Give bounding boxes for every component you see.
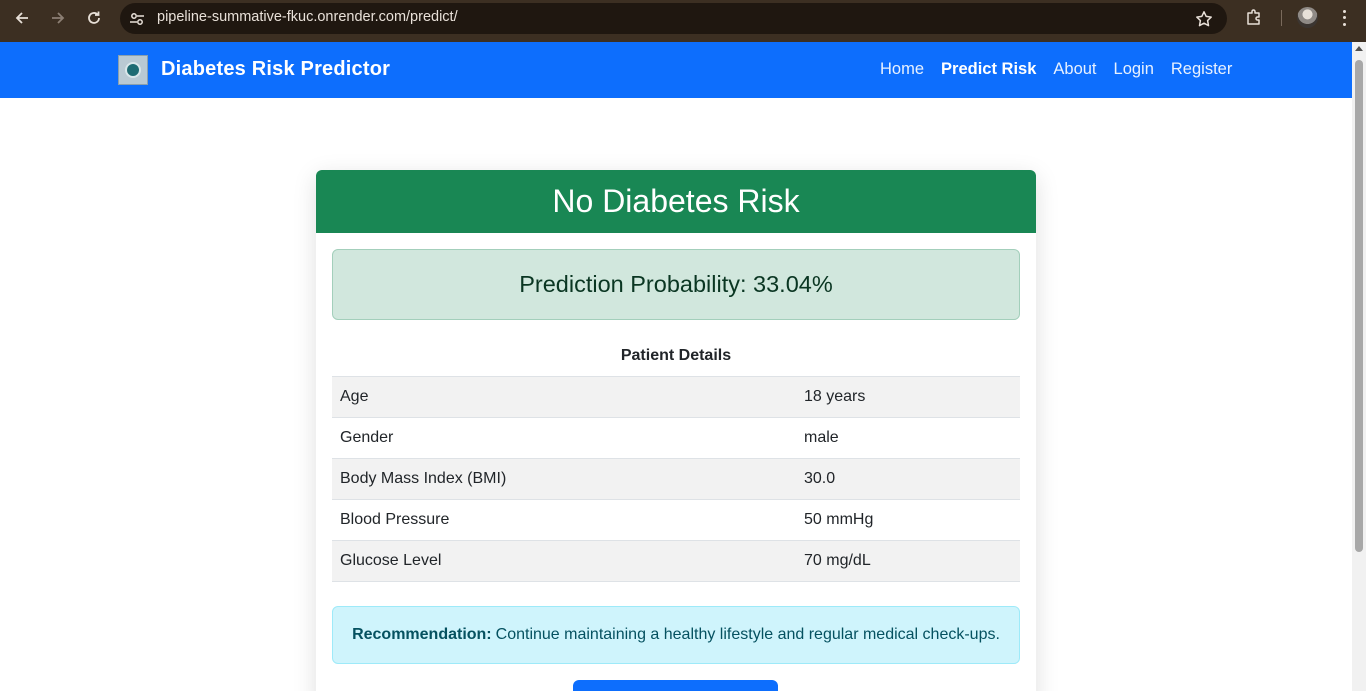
recommendation-alert: Recommendation: Continue maintaining a h… bbox=[332, 606, 1020, 664]
url-text[interactable]: pipeline-summative-fkuc.onrender.com/pre… bbox=[157, 9, 458, 25]
detail-label: Glucose Level bbox=[332, 540, 796, 582]
table-row: Glucose Level 70 mg/dL bbox=[332, 540, 1020, 582]
detail-label: Gender bbox=[332, 417, 796, 459]
brand-name[interactable]: Diabetes Risk Predictor bbox=[161, 58, 390, 81]
detail-value: male bbox=[796, 417, 1020, 459]
result-card: No Diabetes Risk Prediction Probability:… bbox=[316, 170, 1036, 691]
nav-link-predict-risk[interactable]: Predict Risk bbox=[941, 60, 1036, 79]
scroll-thumb[interactable] bbox=[1355, 60, 1363, 552]
table-row: Blood Pressure 50 mmHg bbox=[332, 499, 1020, 541]
reload-icon[interactable] bbox=[82, 6, 106, 30]
app-navbar: Diabetes Risk Predictor Home Predict Ris… bbox=[0, 42, 1352, 98]
address-bar[interactable]: pipeline-summative-fkuc.onrender.com/pre… bbox=[120, 3, 1227, 34]
nav-link-home[interactable]: Home bbox=[880, 60, 924, 79]
detail-label: Blood Pressure bbox=[332, 499, 796, 541]
profile-avatar[interactable] bbox=[1297, 7, 1318, 28]
recommendation-text: Continue maintaining a healthy lifestyle… bbox=[495, 626, 1000, 643]
page-scrollbar[interactable] bbox=[1352, 42, 1366, 691]
table-row: Age 18 years bbox=[332, 376, 1020, 418]
probability-text: Prediction Probability: 33.04% bbox=[519, 271, 833, 297]
detail-value: 18 years bbox=[796, 376, 1020, 418]
bookmark-star-icon[interactable] bbox=[1195, 10, 1213, 28]
patient-details-table: Age 18 years Gender male Body Mass Index… bbox=[332, 376, 1020, 582]
forward-arrow-icon[interactable] bbox=[46, 6, 70, 30]
patient-details-title: Patient Details bbox=[620, 347, 732, 364]
brand-logo[interactable] bbox=[118, 55, 148, 85]
recommendation-label: Recommendation: bbox=[352, 626, 492, 643]
result-card-header: No Diabetes Risk bbox=[316, 170, 1036, 233]
browser-toolbar: pipeline-summative-fkuc.onrender.com/pre… bbox=[0, 0, 1366, 42]
detail-label: Body Mass Index (BMI) bbox=[332, 458, 796, 500]
nav-link-register[interactable]: Register bbox=[1171, 60, 1232, 79]
detail-value: 30.0 bbox=[796, 458, 1020, 500]
detail-label: Age bbox=[332, 376, 796, 418]
table-row: Body Mass Index (BMI) 30.0 bbox=[332, 458, 1020, 500]
detail-value: 70 mg/dL bbox=[796, 540, 1020, 582]
more-menu-icon[interactable] bbox=[1336, 8, 1352, 28]
back-arrow-icon[interactable] bbox=[10, 6, 34, 30]
probability-alert: Prediction Probability: 33.04% bbox=[332, 249, 1020, 320]
result-heading: No Diabetes Risk bbox=[552, 183, 800, 219]
nav-links: Home Predict Risk About Login Register bbox=[880, 60, 1249, 79]
nav-link-login[interactable]: Login bbox=[1114, 60, 1154, 79]
table-row: Gender male bbox=[332, 417, 1020, 459]
toolbar-separator bbox=[1281, 10, 1282, 26]
detail-value: 50 mmHg bbox=[796, 499, 1020, 541]
scroll-up-arrow-icon[interactable] bbox=[1355, 46, 1363, 51]
nav-link-about[interactable]: About bbox=[1053, 60, 1096, 79]
site-settings-icon[interactable] bbox=[129, 11, 145, 27]
extensions-icon[interactable] bbox=[1245, 8, 1263, 26]
primary-action-button[interactable] bbox=[573, 680, 778, 691]
